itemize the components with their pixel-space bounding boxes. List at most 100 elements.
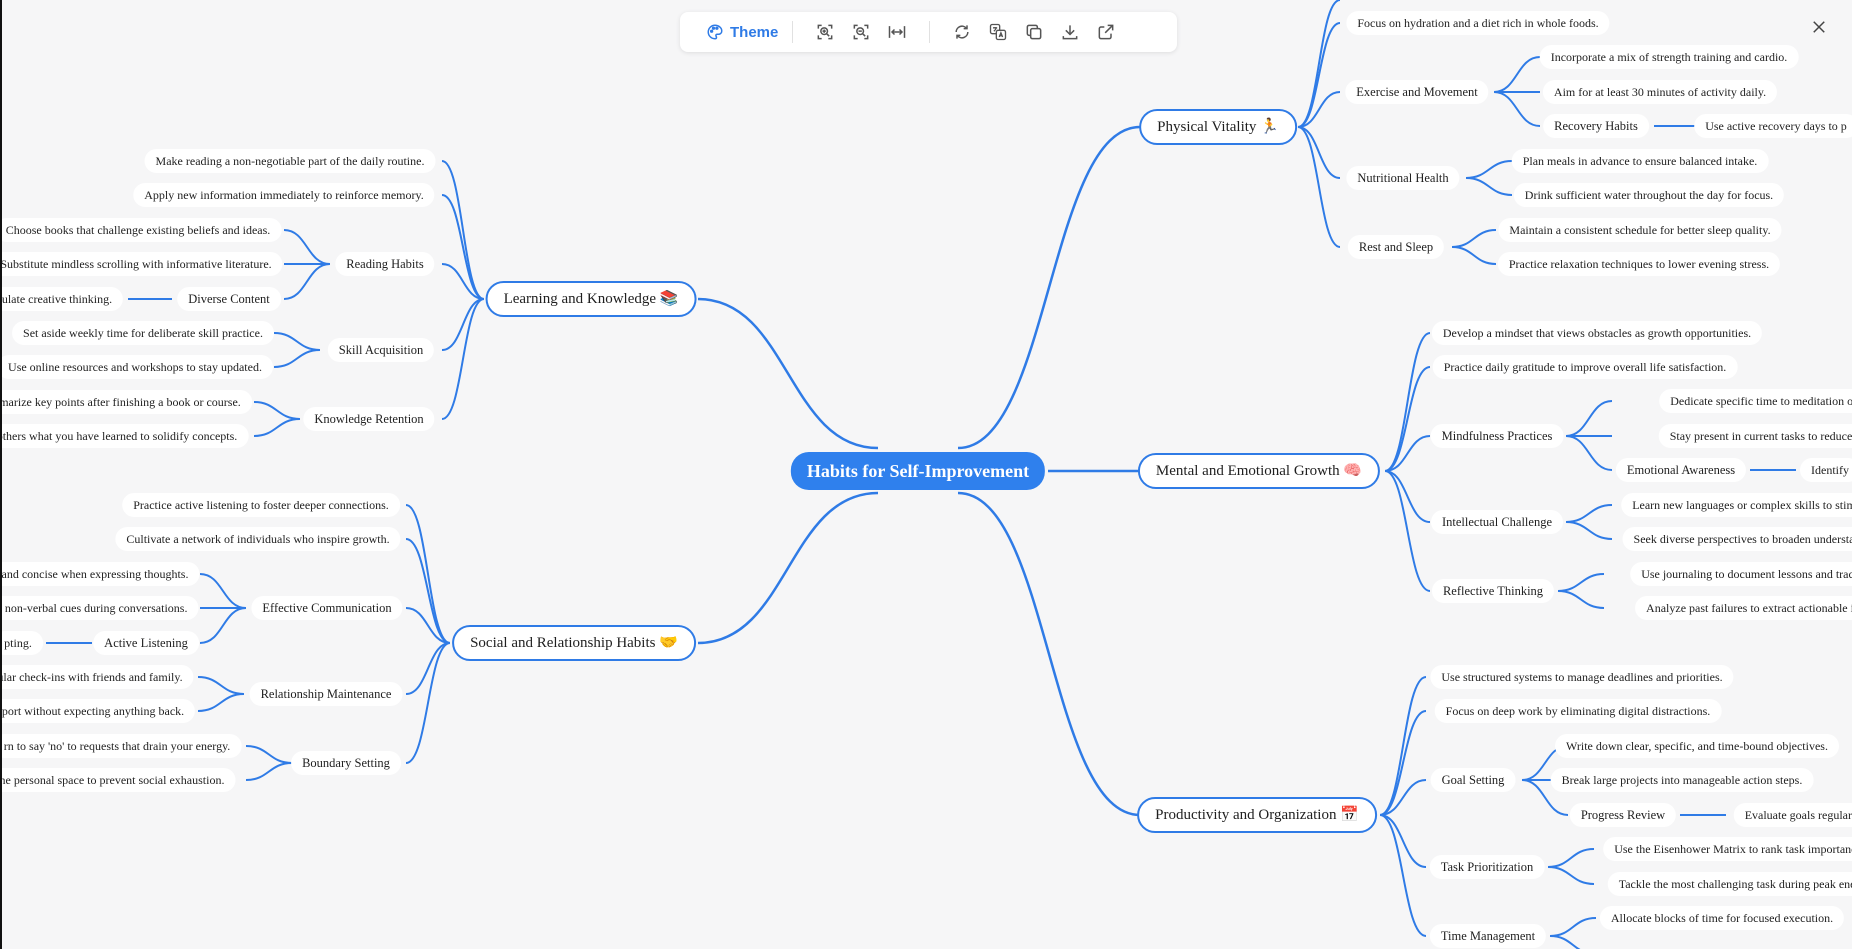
mindmap-leaf[interactable]: Develop a mindset that views obstacles a…: [1431, 321, 1763, 345]
connector-line: [199, 607, 247, 644]
connector-line: [273, 349, 321, 368]
window-left-edge: [0, 0, 2, 949]
mindmap-leaf[interactable]: Maintain a consistent schedule for bette…: [1498, 218, 1782, 242]
translate-button[interactable]: [985, 19, 1011, 45]
mindmap-leaf[interactable]: Use online resources and workshops to st…: [0, 355, 273, 379]
mindmap-subtopic[interactable]: Exercise and Movement: [1345, 80, 1489, 104]
mindmap-leaf[interactable]: Set aside weekly time for deliberate ski…: [12, 321, 274, 345]
mindmap-leaf[interactable]: and concise when expressing thoughts.: [0, 562, 200, 586]
mindmap-subtopic[interactable]: Rest and Sleep: [1347, 235, 1445, 259]
mindmap-leaf[interactable]: Identify: [1800, 458, 1852, 482]
connector-line: [283, 229, 331, 265]
mindmap-leaf[interactable]: Dedicate specific time to meditation or …: [1659, 389, 1852, 413]
connector-line: [1379, 814, 1427, 868]
mindmap-subtopic[interactable]: Relationship Maintenance: [249, 682, 403, 706]
mindmap-leaf[interactable]: Write down clear, specific, and time-bou…: [1555, 734, 1839, 758]
fit-width-button[interactable]: [884, 19, 910, 45]
connector-line: [1465, 160, 1513, 179]
mindmap-leaf[interactable]: others what you have learned to solidify…: [0, 424, 249, 448]
mindmap-subtopic[interactable]: Knowledge Retention: [303, 407, 435, 431]
mindmap-subtopic[interactable]: Time Management: [1429, 924, 1547, 948]
mindmap-leaf[interactable]: Use active recovery days to p: [1694, 114, 1852, 138]
mindmap-subtopic[interactable]: Effective Communication: [251, 596, 403, 620]
connector-line: [957, 491, 1141, 817]
mindmap-subtopic[interactable]: Goal Setting: [1430, 768, 1516, 792]
mindmap-leaf[interactable]: pport without expecting anything back.: [0, 699, 196, 723]
mindmap-leaf[interactable]: Analyze past failures to extract actiona…: [1635, 596, 1852, 620]
mindmap-subtopic[interactable]: Nutritional Health: [1346, 166, 1460, 190]
connector-line: [273, 332, 321, 351]
mindmap-leaf[interactable]: Allocate blocks of time for focused exec…: [1599, 906, 1845, 930]
mindmap-leaf[interactable]: Plan meals in advance to ensure balanced…: [1511, 149, 1769, 173]
mindmap-leaf[interactable]: Use the Eisenhower Matrix to rank task i…: [1603, 837, 1852, 861]
mindmap-leaf[interactable]: Choose books that challenge existing bel…: [0, 218, 282, 242]
mindmap-subtopic[interactable]: Progress Review: [1569, 803, 1677, 827]
copy-button[interactable]: [1021, 19, 1047, 45]
branch-node[interactable]: Mental and Emotional Growth 🧠: [1137, 453, 1381, 489]
mindmap-subtopic[interactable]: Skill Acquisition: [327, 338, 435, 362]
branch-node[interactable]: Learning and Knowledge 📚: [485, 281, 697, 317]
mindmap-leaf[interactable]: e non-verbal cues during conversations.: [0, 596, 199, 620]
mindmap-leaf[interactable]: Evaluate goals regularl: [1733, 803, 1852, 827]
mindmap-subtopic[interactable]: Boundary Setting: [291, 751, 401, 775]
connector-line: [1297, 126, 1341, 248]
connector-line: [441, 298, 485, 420]
theme-button[interactable]: Theme: [706, 23, 778, 41]
mindmap-leaf[interactable]: Practice active listening to foster deep…: [122, 493, 400, 517]
mindmap-leaf[interactable]: Apply new information immediately to rei…: [133, 183, 435, 207]
mindmap-leaf[interactable]: Incorporate a mix of strength training a…: [1539, 45, 1799, 69]
connector-line: [245, 745, 293, 764]
mindmap-leaf[interactable]: Cultivate a network of individuals who i…: [115, 527, 401, 551]
share-button[interactable]: [1093, 19, 1119, 45]
mindmap-leaf[interactable]: ular check-ins with friends and family.: [0, 665, 194, 689]
mindmap-subtopic[interactable]: Task Prioritization: [1429, 855, 1545, 879]
mindmap-subtopic[interactable]: Reflective Thinking: [1431, 579, 1555, 603]
mindmap-leaf[interactable]: pting.: [0, 631, 43, 655]
mindmap-leaf[interactable]: Tackle the most challenging task during …: [1607, 872, 1852, 896]
mindmap-subtopic[interactable]: Emotional Awareness: [1615, 458, 1747, 482]
mindmap-leaf[interactable]: Practice relaxation techniques to lower …: [1497, 252, 1781, 276]
branch-node[interactable]: Social and Relationship Habits 🤝: [452, 625, 696, 661]
close-button[interactable]: [1806, 14, 1832, 40]
refresh-button[interactable]: [949, 19, 975, 45]
connector-line: [405, 642, 451, 695]
zoom-in-button[interactable]: [812, 19, 838, 45]
mindmap-leaf[interactable]: ulate creative thinking.: [0, 287, 124, 311]
mindmap-leaf[interactable]: Break large projects into manageable act…: [1550, 768, 1814, 792]
connector-line: [1493, 56, 1541, 93]
mindmap-leaf[interactable]: Practice daily gratitude to improve over…: [1432, 355, 1738, 379]
mindmap-leaf[interactable]: Stay present in current tasks to reduce …: [1658, 424, 1852, 448]
mindmap-subtopic[interactable]: Recovery Habits: [1543, 114, 1649, 138]
mindmap-subtopic[interactable]: Reading Habits: [335, 252, 435, 276]
connector-line: [957, 125, 1141, 450]
connector-line: [1384, 470, 1431, 523]
connector-line: [1451, 229, 1497, 248]
mindmap-leaf[interactable]: ne personal space to prevent social exha…: [0, 768, 236, 792]
mindmap-leaf[interactable]: rn to say 'no' to requests that drain yo…: [0, 734, 242, 758]
mindmap-subtopic[interactable]: Diverse Content: [177, 287, 281, 311]
zoom-in-icon: [817, 24, 833, 40]
mindmap-leaf[interactable]: Use structured systems to manage deadlin…: [1430, 665, 1734, 689]
mindmap-leaf[interactable]: Drink sufficient water throughout the da…: [1513, 183, 1785, 207]
connector-line: [1565, 521, 1613, 540]
mindmap-root[interactable]: Habits for Self-Improvement: [790, 452, 1046, 490]
mindmap-subtopic[interactable]: Active Listening: [93, 631, 199, 655]
connector-line: [1557, 590, 1605, 609]
mindmap-leaf[interactable]: Seek diverse perspectives to broaden und…: [1622, 527, 1852, 551]
branch-node[interactable]: Physical Vitality 🏃: [1139, 109, 1297, 145]
mindmap-leaf[interactable]: marize key points after finishing a book…: [0, 390, 252, 414]
close-icon: [1813, 21, 1825, 33]
mindmap-leaf[interactable]: Focus on hydration and a diet rich in wh…: [1346, 11, 1610, 35]
mindmap-leaf[interactable]: Make reading a non-negotiable part of th…: [144, 149, 436, 173]
mindmap-leaf[interactable]: Aim for at least 30 minutes of activity …: [1542, 80, 1778, 104]
mindmap-subtopic[interactable]: Mindfulness Practices: [1430, 424, 1564, 448]
branch-node[interactable]: Productivity and Organization 📅: [1137, 797, 1377, 833]
download-button[interactable]: [1057, 19, 1083, 45]
mindmap-leaf[interactable]: Focus on deep work by eliminating digita…: [1434, 699, 1722, 723]
connector-line: [441, 298, 485, 351]
mindmap-leaf[interactable]: Use journaling to document lessons and t…: [1630, 562, 1852, 586]
mindmap-leaf[interactable]: Learn new languages or complex skills to…: [1621, 493, 1852, 517]
mindmap-subtopic[interactable]: Intellectual Challenge: [1430, 510, 1564, 534]
mindmap-leaf[interactable]: Substitute mindless scrolling with infor…: [0, 252, 283, 276]
zoom-out-button[interactable]: [848, 19, 874, 45]
